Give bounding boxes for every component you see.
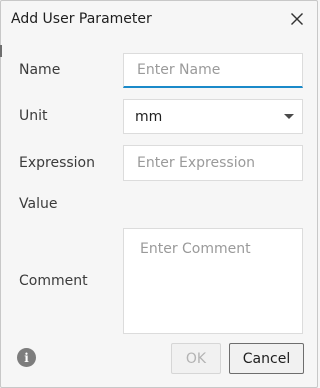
unit-label: Unit	[19, 108, 48, 124]
expression-label: Expression	[19, 155, 95, 171]
close-button[interactable]	[285, 7, 309, 31]
comment-label: Comment	[19, 273, 88, 289]
dialog-title: Add User Parameter	[11, 11, 152, 27]
title-bar: Add User Parameter	[1, 1, 317, 39]
add-user-parameter-dialog: Add User Parameter Name Unit mm Expressi…	[0, 0, 318, 388]
unit-select[interactable]: mm	[123, 99, 303, 134]
chevron-down-icon	[284, 114, 294, 119]
name-label: Name	[19, 62, 61, 78]
value-label: Value	[19, 196, 58, 212]
ok-button[interactable]: OK	[171, 343, 221, 374]
name-input[interactable]	[123, 53, 303, 88]
expression-input[interactable]	[123, 145, 303, 181]
close-icon	[291, 13, 303, 25]
unit-selected-value: mm	[135, 109, 163, 125]
window-edge-marker	[0, 45, 2, 57]
cancel-button[interactable]: Cancel	[229, 343, 304, 374]
comment-textarea[interactable]	[123, 228, 303, 334]
info-icon[interactable]: i	[17, 348, 36, 367]
